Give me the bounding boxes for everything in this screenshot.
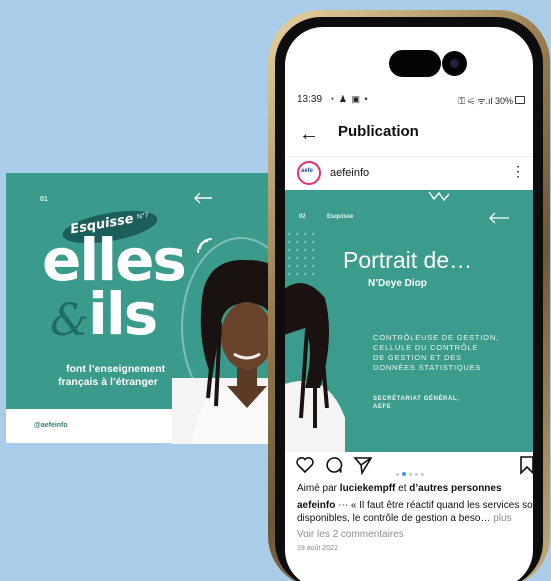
dept-line: SECRÉTARIAT GÉNÉRAL,	[373, 396, 460, 402]
phone-frame: 13:39 ◔ ♟ ▣ • ⚿ ⚟ ᯤ.ıl 30% ← Publication…	[268, 10, 550, 581]
view-comments-link[interactable]: Voir les 2 commentaires	[297, 529, 404, 540]
carousel-dot	[396, 473, 399, 476]
post-image[interactable]: 02 Esquisse Portrait de… N’Deye Diop CON…	[285, 190, 533, 452]
role-line: CELLULE DU CONTRÔLE	[373, 343, 479, 352]
zigzag-decoration-icon	[428, 191, 450, 202]
post-person-name: N’Deye Diop	[368, 278, 427, 289]
post-department: SECRÉTARIAT GÉNÉRAL, AEFE	[373, 395, 459, 411]
post-kicker: Esquisse	[327, 214, 354, 220]
carousel-dot	[409, 473, 412, 476]
post-role: CONTRÔLEUSE DE GESTION, CELLULE DU CONTR…	[373, 333, 499, 373]
more-options-icon[interactable]: ⋮	[511, 163, 525, 180]
caption-more-link[interactable]: plus	[493, 513, 511, 524]
caption-username[interactable]: aefeinfo	[297, 500, 335, 511]
post-slide-number: 02	[299, 214, 306, 220]
author-username[interactable]: aefeinfo	[330, 167, 369, 179]
arrow-left-icon	[194, 192, 212, 204]
post-title: Portrait de…	[343, 247, 473, 273]
role-line: CONTRÔLEUSE DE GESTION,	[373, 333, 499, 342]
comment-icon[interactable]	[324, 455, 344, 475]
carousel-indicator	[396, 463, 427, 476]
post-caption: aefeinfo ⋯ « Il faut être réactif quand …	[297, 499, 533, 525]
headline-ampersand: &	[50, 295, 90, 346]
likes-line: Aimé par luciekempff et d’autres personn…	[297, 482, 533, 495]
phone-screen: 13:39 ◔ ♟ ▣ • ⚿ ⚟ ᯤ.ıl 30% ← Publication…	[285, 27, 533, 581]
liker-username[interactable]: luciekempff	[340, 483, 396, 494]
tagline-line-1: font l’enseignement	[66, 363, 166, 375]
tagline-line-2: français à l’étranger	[58, 376, 158, 388]
back-arrow-icon[interactable]: ←	[299, 123, 319, 146]
carousel-dot	[421, 473, 424, 476]
portrait-photo	[285, 283, 345, 452]
front-camera	[442, 51, 467, 76]
role-line: DE GESTION ET DES	[373, 353, 462, 362]
slide-number: 01	[40, 196, 48, 203]
likes-prefix: Aimé par	[297, 483, 340, 494]
likes-others-link[interactable]: d’autres personnes	[409, 483, 501, 494]
dept-line: AEFE	[373, 404, 392, 410]
post-author-row: aefe aefeinfo ⋮	[285, 156, 533, 186]
send-icon[interactable]	[353, 455, 373, 475]
dynamic-island	[389, 50, 441, 77]
status-right-indicators: ⚿ ⚟ ᯤ.ıl 30%	[458, 96, 513, 106]
status-bar: 13:39 ◔ ♟ ▣ • ⚿ ⚟ ᯤ.ıl 30%	[285, 94, 533, 108]
role-line: DONNÉES STATISTIQUES	[373, 363, 482, 372]
post-actions-bar	[285, 455, 533, 479]
avatar[interactable]: aefe	[297, 161, 321, 185]
phone-bezel: 13:39 ◔ ♟ ▣ • ⚿ ⚟ ᯤ.ıl 30% ← Publication…	[275, 17, 543, 581]
carousel-dot-active	[402, 472, 406, 476]
status-time: 13:39	[297, 94, 323, 105]
bookmark-icon[interactable]	[517, 455, 533, 475]
headline-ils: ils	[88, 280, 158, 348]
page-title: Publication	[338, 123, 419, 140]
battery-icon	[515, 96, 525, 104]
notification-icons: ◔ ♟ ▣ •	[329, 94, 369, 104]
heart-icon[interactable]	[295, 455, 315, 475]
signal-waves-icon	[197, 238, 213, 254]
arrow-left-icon	[489, 212, 509, 224]
footer-handle: @aefeinfo	[34, 422, 68, 429]
post-date: 19 août 2022	[297, 545, 338, 552]
carousel-dot	[415, 473, 418, 476]
avatar-label: aefe	[301, 168, 314, 174]
likes-middle: et	[395, 483, 410, 494]
app-header: ← Publication	[285, 119, 533, 149]
